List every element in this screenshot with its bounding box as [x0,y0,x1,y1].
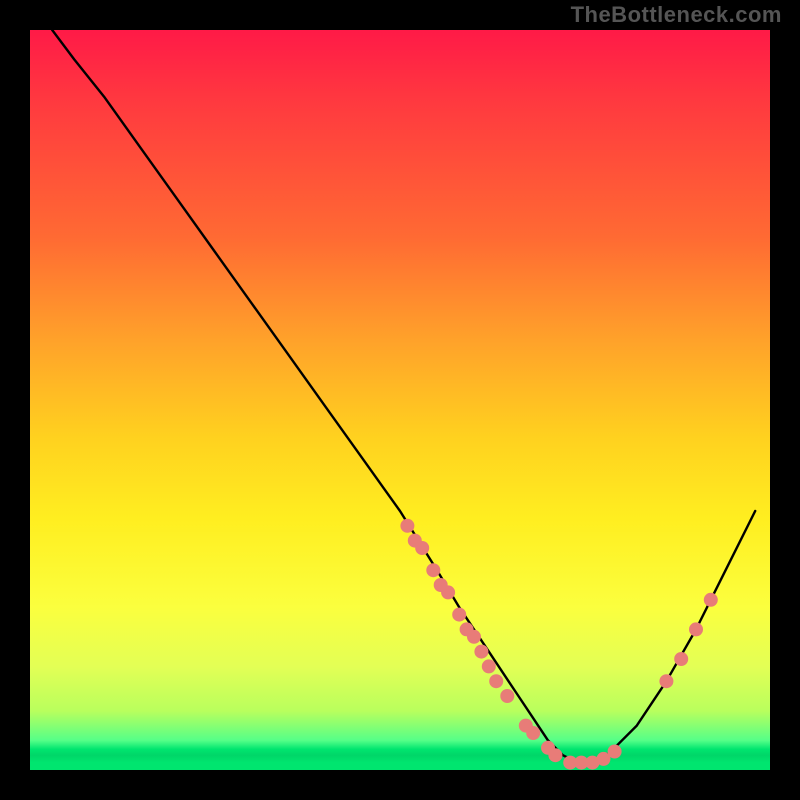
data-point [467,630,481,644]
data-point [704,593,718,607]
data-point [489,674,503,688]
scatter-dots [400,519,717,770]
data-point [441,585,455,599]
data-point [474,645,488,659]
data-point [415,541,429,555]
plot-area [30,30,770,770]
data-point [452,608,466,622]
data-point [659,674,673,688]
data-point [689,622,703,636]
chart-frame: TheBottleneck.com [0,0,800,800]
watermark-text: TheBottleneck.com [571,2,782,28]
main-curve [52,30,755,763]
data-point [526,726,540,740]
data-point [548,748,562,762]
data-point [674,652,688,666]
data-point [400,519,414,533]
data-point [500,689,514,703]
chart-svg [30,30,770,770]
data-point [426,563,440,577]
data-point [608,745,622,759]
data-point [482,659,496,673]
